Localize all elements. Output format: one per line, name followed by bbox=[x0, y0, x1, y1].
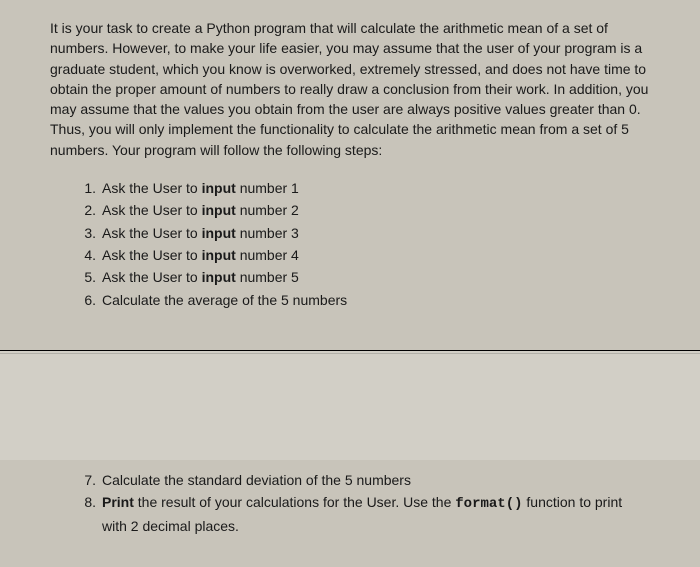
steps-list-upper: 1. Ask the User to input number 1 2. Ask t… bbox=[50, 178, 668, 310]
step-number: 7. bbox=[78, 470, 96, 490]
page-divider bbox=[0, 350, 700, 460]
step-text-bold: input bbox=[202, 180, 236, 196]
steps-list-lower: 7. Calculate the standard deviation of th… bbox=[78, 470, 668, 537]
step-number: 5. bbox=[78, 267, 96, 287]
step-text-pre: Ask the User to bbox=[102, 225, 202, 241]
list-item: 5. Ask the User to input number 5 bbox=[78, 267, 668, 287]
step-number: 1. bbox=[78, 178, 96, 198]
step-text-pre: Ask the User to bbox=[102, 269, 202, 285]
step-text-bold: input bbox=[202, 247, 236, 263]
step-text: Calculate the standard deviation of the … bbox=[102, 472, 411, 488]
step-text-bold: input bbox=[202, 225, 236, 241]
step-text-pre: Ask the User to bbox=[102, 247, 202, 263]
step-text-pre: Ask the User to bbox=[102, 180, 202, 196]
step-text-post: number 3 bbox=[236, 225, 299, 241]
step-text-mid: the result of your calculations for the … bbox=[134, 494, 455, 510]
step-number: 8. bbox=[78, 492, 96, 512]
step-text-post: number 5 bbox=[236, 269, 299, 285]
list-item-continuation: with 2 decimal places. bbox=[78, 516, 668, 536]
step-text-post: number 1 bbox=[236, 180, 299, 196]
step-number: 4. bbox=[78, 245, 96, 265]
step-text-bold: input bbox=[202, 202, 236, 218]
list-item: 4. Ask the User to input number 4 bbox=[78, 245, 668, 265]
step-text-cont: with 2 decimal places. bbox=[102, 518, 239, 534]
step-text-bold: input bbox=[202, 269, 236, 285]
list-item: 6. Calculate the average of the 5 numbers bbox=[78, 290, 668, 310]
step-text-pre: Calculate the average of the 5 numbers bbox=[102, 292, 347, 308]
step-number: 6. bbox=[78, 290, 96, 310]
intro-paragraph: It is your task to create a Python progr… bbox=[50, 18, 668, 160]
step-number: 3. bbox=[78, 223, 96, 243]
step-text-post: number 2 bbox=[236, 202, 299, 218]
step-text-pre: Ask the User to bbox=[102, 202, 202, 218]
step-text-post: number 4 bbox=[236, 247, 299, 263]
list-item: 2. Ask the User to input number 2 bbox=[78, 200, 668, 220]
list-item: 3. Ask the User to input number 3 bbox=[78, 223, 668, 243]
step-text-mid2: function to print bbox=[523, 494, 623, 510]
list-item: 7. Calculate the standard deviation of th… bbox=[78, 470, 668, 490]
step-text-bold: Print bbox=[102, 494, 134, 510]
list-item: 1. Ask the User to input number 1 bbox=[78, 178, 668, 198]
code-text: format() bbox=[455, 496, 522, 512]
list-item: 8. Print the result of your calculations … bbox=[78, 492, 668, 514]
step-number: 2. bbox=[78, 200, 96, 220]
